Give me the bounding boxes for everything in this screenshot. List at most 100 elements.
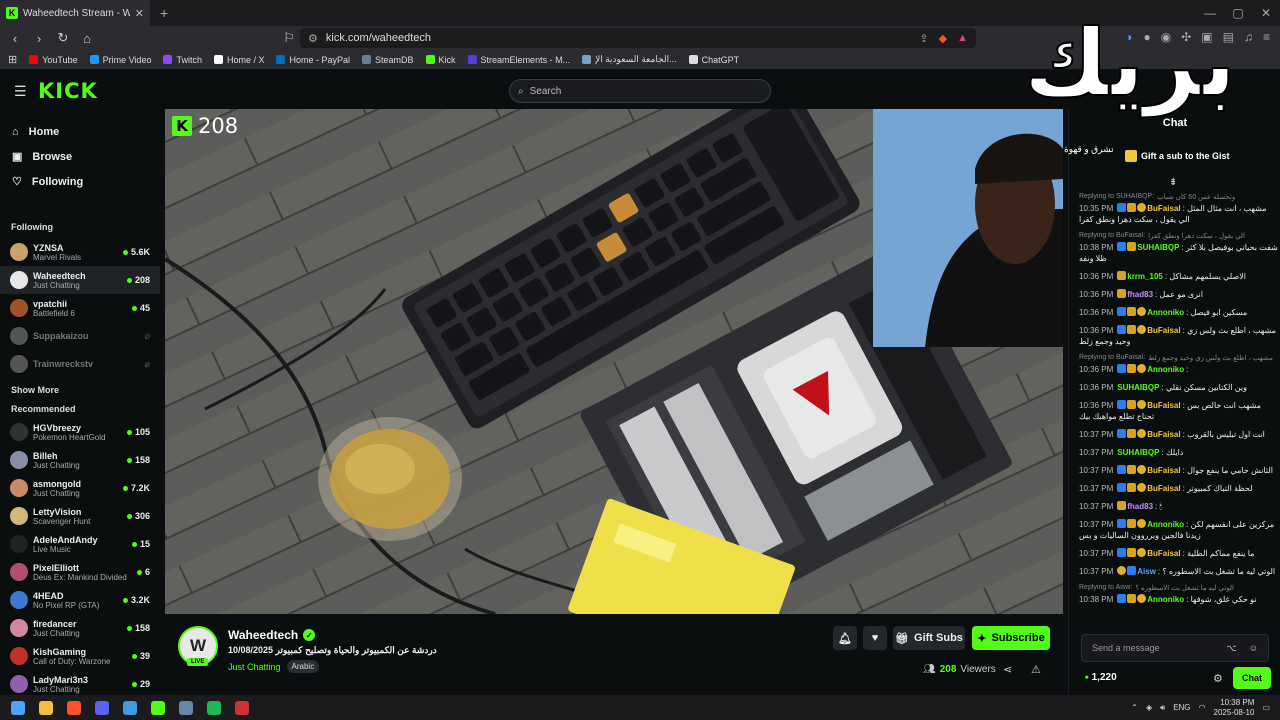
sidebar-channel[interactable]: KishGaming Call of Duty: Warzone 39 xyxy=(0,642,160,670)
follow-heart-button[interactable]: ♥ xyxy=(863,626,887,650)
chat-message[interactable]: 10:37 PM Annoniko: مركزين على انفسهم لكن … xyxy=(1079,519,1279,541)
share-url-icon[interactable]: ⇪ xyxy=(919,32,928,45)
notification-bell-button[interactable]: 🔔︎ xyxy=(833,626,857,650)
new-tab-icon[interactable]: + xyxy=(160,5,168,21)
bookmark-kick[interactable]: Kick xyxy=(425,55,456,65)
sidebar-channel[interactable]: LettyVision Scavenger Hunt 306 xyxy=(0,502,160,530)
taskbar-app[interactable] xyxy=(144,695,172,720)
taskbar-app[interactable] xyxy=(4,695,32,720)
chat-message[interactable]: 10:36 PM Annoniko: xyxy=(1079,364,1279,375)
chat-settings-icon[interactable]: ⚙ xyxy=(1213,672,1223,685)
sidebar-channel[interactable]: HGVbreezy Pokemon HeartGold 105 xyxy=(0,418,160,446)
message-username[interactable]: fhad83 xyxy=(1127,502,1153,511)
message-username[interactable]: Annoniko xyxy=(1147,520,1184,529)
notifications-icon[interactable]: ▭ xyxy=(1262,703,1270,712)
chat-message[interactable]: 10:37 PM Aisw: الوتي ليه ما تشغل بث الاسط… xyxy=(1079,566,1279,577)
bookmark-icon[interactable]: ⚐ xyxy=(282,30,296,46)
brave-rewards-icon[interactable]: ▲ xyxy=(957,32,968,45)
message-username[interactable]: krrm_105 xyxy=(1127,272,1163,281)
tray-app-icon[interactable]: ◈ xyxy=(1146,703,1152,712)
close-tab-icon[interactable]: ✕ xyxy=(135,7,144,20)
sidebar-channel[interactable]: Suppakaizou ⌀ xyxy=(0,322,160,350)
menu-icon[interactable]: ≡ xyxy=(1263,30,1270,44)
message-username[interactable]: BuFaisal xyxy=(1147,430,1180,439)
message-username[interactable]: Annoniko xyxy=(1147,308,1184,317)
apps-grid-icon[interactable]: ⊞ xyxy=(8,53,17,66)
chat-message[interactable]: 10:36 PM fhad83: انرى مو عمل xyxy=(1079,289,1279,300)
chat-message[interactable]: 10:37 PM SUHAIBQP: دايلك xyxy=(1079,447,1279,458)
report-icon[interactable]: ⚠ xyxy=(1031,663,1041,676)
sidebar-channel[interactable]: 4HEAD No Pixel RP (GTA) 3.2K xyxy=(0,586,160,614)
url-field[interactable]: ⚙ kick.com/waheedtech ⇪ ◆ ▲ xyxy=(300,28,976,48)
taskbar-app[interactable] xyxy=(200,695,228,720)
message-username[interactable]: BuFaisal xyxy=(1147,204,1180,213)
message-username[interactable]: fhad83 xyxy=(1127,290,1153,299)
subscribe-button[interactable]: ✦ Subscribe xyxy=(972,626,1050,650)
gift-sub-banner[interactable]: Gift a sub to the Gist xyxy=(1125,150,1230,162)
taskbar-app[interactable] xyxy=(32,695,60,720)
hamburger-menu-icon[interactable]: ☰ xyxy=(14,83,27,100)
media-icon[interactable]: ♫ xyxy=(1244,30,1253,44)
home-browser-icon[interactable]: ⌂ xyxy=(80,31,94,46)
chat-message[interactable]: 10:37 PM BuFaisal: لحظة التباك كمبيوتر xyxy=(1079,483,1279,494)
chat-message[interactable]: 10:36 PM BuFaisal: مشهب ، اطلع بث ولس زي … xyxy=(1079,325,1279,347)
search-bar[interactable]: ⌕ xyxy=(509,79,771,103)
emoji-icon[interactable]: ☺ xyxy=(1249,643,1258,654)
sidebar-channel[interactable]: AdeleAndAndy Live Music 15 xyxy=(0,530,160,558)
message-username[interactable]: Aisw xyxy=(1137,567,1156,576)
streamer-name[interactable]: Waheedtech xyxy=(228,628,298,642)
emote-icon[interactable]: ⌥ xyxy=(1226,643,1236,654)
speaker-icon[interactable]: 🔊︎ xyxy=(1160,703,1165,713)
tray-arrow-icon[interactable]: ⌃ xyxy=(1131,703,1138,712)
chat-message[interactable]: 10:36 PM Annoniko: مسكين ابو فيصل xyxy=(1079,307,1279,318)
bookmark-chatgpt[interactable]: ChatGPT xyxy=(688,55,739,65)
sidebar-channel[interactable]: firedancer Just Chatting 158 xyxy=(0,614,160,642)
sidebar-channel[interactable]: LadyMari3n3 Just Chatting 29 xyxy=(0,670,160,695)
message-username[interactable]: BuFaisal xyxy=(1147,466,1180,475)
message-username[interactable]: BuFaisal xyxy=(1147,326,1180,335)
nav-browse[interactable]: ▣ Browse xyxy=(12,144,148,169)
bookmark-paypal[interactable]: Home - PayPal xyxy=(276,55,350,65)
message-username[interactable]: SUHAIBQP xyxy=(1137,243,1179,252)
message-username[interactable]: SUHAIBQP xyxy=(1117,383,1159,392)
bookmark-prime-video[interactable]: Prime Video xyxy=(89,55,151,65)
bookmark-x[interactable]: Home / X xyxy=(213,55,264,65)
message-username[interactable]: BuFaisal xyxy=(1147,484,1180,493)
back-icon[interactable]: ‹ xyxy=(8,31,22,46)
bookmark-streamelements[interactable]: StreamElements - M... xyxy=(467,55,570,65)
chat-message[interactable]: 10:36 PM BuFaisal: مشهب انت خالص بس تحتاج… xyxy=(1079,400,1279,422)
chat-message[interactable]: 10:35 PM BuFaisal: مشهب ، انت مثال المثل … xyxy=(1079,203,1279,225)
show-more-button[interactable]: Show More xyxy=(0,378,160,402)
bookmark-twitch[interactable]: Twitch xyxy=(163,55,202,65)
language-tag[interactable]: Arabic xyxy=(286,660,320,673)
message-username[interactable]: BuFaisal xyxy=(1147,549,1180,558)
sidebar-channel[interactable]: PixelElliott Deus Ex: Mankind Divided 6 xyxy=(0,558,160,586)
taskbar-app[interactable] xyxy=(172,695,200,720)
chat-message[interactable]: 10:37 PM BuFaisal: انت اول تبليس بالقروب xyxy=(1079,429,1279,440)
channel-points[interactable]: ⬩ 1,220 xyxy=(1085,672,1117,683)
clock[interactable]: 10:38 PM 2025-08-10 xyxy=(1214,698,1255,718)
share-icon[interactable]: ⋖ xyxy=(1003,663,1012,676)
sidebar-channel[interactable]: YZNSA Marvel Rivals 5.6K xyxy=(0,238,160,266)
taskbar-app[interactable] xyxy=(228,695,256,720)
message-username[interactable]: Annoniko xyxy=(1147,365,1184,374)
stream-category[interactable]: Just Chatting xyxy=(228,662,281,672)
pinned-toggle-icon[interactable]: ⇟ xyxy=(1169,177,1177,188)
chat-message[interactable]: 10:37 PM BuFaisal: الثانش حامي ما ينفع جو… xyxy=(1079,465,1279,476)
bookmark-steamdb[interactable]: SteamDB xyxy=(362,55,414,65)
chat-message[interactable]: 10:38 PM Annoniko: نو حكي غلق، شوفها xyxy=(1079,594,1279,605)
brave-shield-icon[interactable]: ◆ xyxy=(939,32,947,45)
bookmark-university[interactable]: الجامعة السعودية الإ... xyxy=(582,54,677,65)
site-info-icon[interactable]: ⚙ xyxy=(308,32,318,45)
kick-logo[interactable]: KICK xyxy=(38,79,98,103)
taskbar-app[interactable] xyxy=(60,695,88,720)
message-username[interactable]: BuFaisal xyxy=(1147,401,1180,410)
sidebar-channel[interactable]: asmongold Just Chatting 7.2K xyxy=(0,474,160,502)
video-player[interactable]: K 208 xyxy=(165,109,1063,614)
nav-following[interactable]: ♡ Following xyxy=(12,169,148,194)
sidebar-channel[interactable]: Billeh Just Chatting 158 xyxy=(0,446,160,474)
wifi-icon[interactable]: ◠ xyxy=(1199,703,1206,712)
sidebar-channel[interactable]: Waheedtech Just Chatting 208 xyxy=(0,266,160,294)
chat-message[interactable]: 10:36 PM SUHAIBQP: وين الكتابين مسكن نقلي xyxy=(1079,382,1279,393)
browser-tab[interactable]: K Waheedtech Stream - Watch ✕ xyxy=(0,0,150,26)
